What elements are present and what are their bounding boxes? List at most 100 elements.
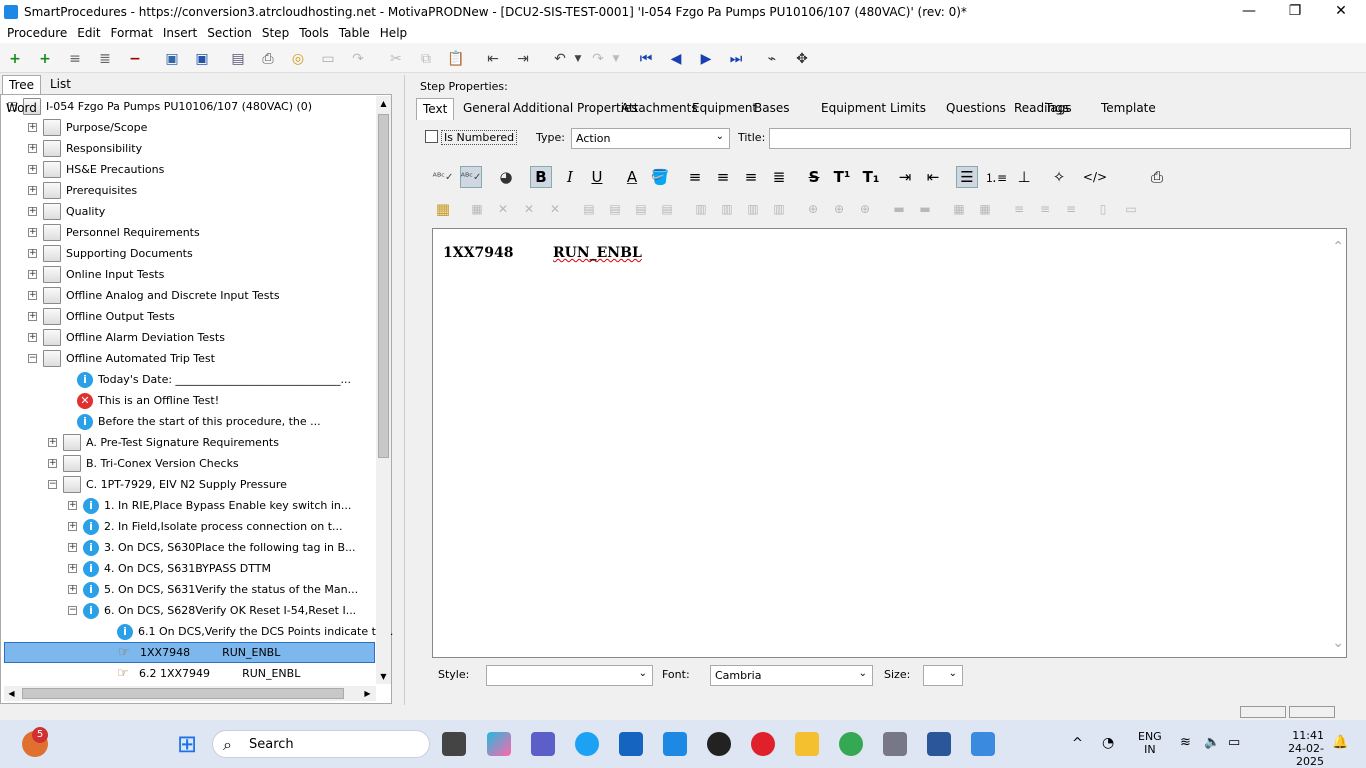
smartprocedures-icon[interactable] xyxy=(971,732,995,756)
tree-item-step[interactable]: + i 2. In Field,Isolate process connection… xyxy=(68,516,343,537)
expand-icon[interactable]: + xyxy=(48,438,57,447)
spellcheck-auto-icon[interactable]: ᴬᴮᶜ✓ xyxy=(460,166,482,188)
expand-icon[interactable]: + xyxy=(48,459,57,468)
expand-icon[interactable]: + xyxy=(28,312,37,321)
tree-item-date[interactable]: i Today's Date: _________________________… xyxy=(62,369,351,390)
is-numbered-checkbox[interactable] xyxy=(425,130,438,143)
expand-icon[interactable]: + xyxy=(28,123,37,132)
language-indicator[interactable]: ENG IN xyxy=(1138,730,1162,756)
outdent-icon[interactable]: ⇤ xyxy=(483,49,503,69)
teams-icon[interactable] xyxy=(531,732,555,756)
magic-wand-icon[interactable]: ✧ xyxy=(1048,166,1070,188)
spellcheck-icon[interactable]: ⌁ xyxy=(762,49,782,69)
add-child-icon[interactable]: + xyxy=(35,49,55,69)
bold-button[interactable]: B xyxy=(530,166,552,188)
superscript-icon[interactable]: T¹ xyxy=(831,166,853,188)
tree-item-step[interactable]: − i 6. On DCS, S628Verify OK Reset I-54,Re… xyxy=(68,600,356,621)
tree-item-step[interactable]: + i 3. On DCS, S630Place the following tag… xyxy=(68,537,356,558)
insert-line-icon[interactable]: ⊥ xyxy=(1013,166,1035,188)
expand-icon[interactable]: + xyxy=(28,144,37,153)
tree-item[interactable]: + HS&E Precautions xyxy=(28,159,164,180)
undo-icon[interactable]: ↶ xyxy=(550,49,570,69)
next-icon[interactable]: ▶ xyxy=(696,49,716,69)
tree-item[interactable]: + Offline Alarm Deviation Tests xyxy=(28,327,225,348)
minimize-button[interactable]: — xyxy=(1226,0,1272,23)
tab-tags[interactable]: Tags xyxy=(1039,98,1078,120)
expand-icon[interactable]: + xyxy=(68,522,77,531)
fill-color-icon[interactable]: 🪣 xyxy=(649,166,671,188)
web-icon[interactable]: ◎ xyxy=(288,49,308,69)
copilot-icon[interactable] xyxy=(487,732,511,756)
decrease-indent-icon[interactable]: ⇤ xyxy=(922,166,944,188)
edge-icon[interactable] xyxy=(575,732,599,756)
app-icon-blue[interactable] xyxy=(663,732,687,756)
expand-icon[interactable]: + xyxy=(68,501,77,510)
expand-icon[interactable]: + xyxy=(28,249,37,258)
add-icon[interactable]: + xyxy=(5,49,25,69)
chevron-up-icon[interactable]: ^ xyxy=(1072,736,1083,751)
print-icon[interactable]: ⎙ xyxy=(258,49,278,69)
menu-tools[interactable]: Tools xyxy=(294,26,334,40)
tree-item[interactable]: + Offline Analog and Discrete Input Tests xyxy=(28,285,280,306)
tree-vertical-scrollbar[interactable]: ▲ ▼ xyxy=(376,96,391,684)
remove-icon[interactable]: − xyxy=(125,49,145,69)
collapse-icon[interactable]: − xyxy=(48,480,57,489)
tree-item-step[interactable]: + i 5. On DCS, S631Verify the status of th… xyxy=(68,579,358,600)
justify-icon[interactable]: ≣ xyxy=(768,166,790,188)
app-icon-gray[interactable] xyxy=(883,732,907,756)
vertical-scroll-thumb[interactable] xyxy=(378,114,389,458)
taskbar-search[interactable]: ⌕ Search xyxy=(212,730,430,758)
tree-item-step[interactable]: + i 4. On DCS, S631BYPASS DTTM xyxy=(68,558,271,579)
scroll-left-icon[interactable]: ◀ xyxy=(4,686,19,701)
scroll-right-icon[interactable]: ▶ xyxy=(360,686,375,701)
style-select[interactable]: ⌄ xyxy=(486,665,653,686)
menu-step[interactable]: Step xyxy=(257,26,294,40)
tree-item-step-6-1[interactable]: i 6.1 On DCS,Verify the DCS Points indica… xyxy=(102,621,393,642)
bullet-list-icon[interactable]: ☰ xyxy=(956,166,978,188)
collapse-icon[interactable]: − xyxy=(68,606,77,615)
indent-icon[interactable]: ⇥ xyxy=(513,49,533,69)
underline-button[interactable]: U xyxy=(586,166,608,188)
tree-item[interactable]: − Offline Automated Trip Test xyxy=(28,348,215,369)
font-color-icon[interactable]: A xyxy=(621,166,643,188)
undo-dropdown-icon[interactable]: ▼ xyxy=(568,49,588,69)
spellcheck-abc-icon[interactable]: ᴬᴮᶜ✓ xyxy=(432,166,454,188)
move-icon[interactable]: ✥ xyxy=(792,49,812,69)
menu-help[interactable]: Help xyxy=(375,26,412,40)
paste-icon[interactable]: 📋 xyxy=(446,49,466,69)
print-preview-icon[interactable]: ⎙ xyxy=(1146,166,1168,188)
scroll-up-icon[interactable]: ▲ xyxy=(376,96,391,111)
expand-icon[interactable]: + xyxy=(28,165,37,174)
tab-equipment-limits[interactable]: Equipment Limits xyxy=(815,98,932,120)
title-input[interactable] xyxy=(769,128,1351,149)
align-left-icon[interactable]: ≡ xyxy=(684,166,706,188)
collapse-icon[interactable]: − xyxy=(28,354,37,363)
expand-icon[interactable]: + xyxy=(28,333,37,342)
increase-indent-icon[interactable]: ⇥ xyxy=(894,166,916,188)
clock[interactable]: 11:41 24-02-2025 xyxy=(1264,729,1324,768)
italic-button[interactable]: I xyxy=(559,166,581,188)
editor-scroll-down-icon[interactable]: ⌄ xyxy=(1332,635,1344,651)
tab-text[interactable]: Text xyxy=(416,98,455,120)
list-icon[interactable]: ≡ xyxy=(65,49,85,69)
expand-icon[interactable]: + xyxy=(28,207,37,216)
tab-template[interactable]: Template xyxy=(1095,98,1162,120)
tree-item[interactable]: + Supporting Documents xyxy=(28,243,193,264)
expand-icon[interactable]: + xyxy=(28,270,37,279)
tree-item-section-c[interactable]: − C. 1PT-7929, EIV N2 Supply Pressure xyxy=(48,474,287,495)
font-select[interactable]: Cambria ⌄ xyxy=(710,665,873,686)
tab-tree[interactable]: Tree xyxy=(2,75,42,95)
tab-questions[interactable]: Questions xyxy=(940,98,1012,120)
align-center-icon[interactable]: ≡ xyxy=(712,166,734,188)
chrome-icon[interactable] xyxy=(839,732,863,756)
start-icon[interactable]: ⊞ xyxy=(174,731,200,757)
first-icon[interactable]: ⏮ xyxy=(636,49,656,69)
tree-item[interactable]: + Responsibility xyxy=(28,138,142,159)
tree-item[interactable]: + Offline Output Tests xyxy=(28,306,175,327)
expand-icon[interactable]: + xyxy=(28,186,37,195)
save-icon[interactable]: ▣ xyxy=(192,49,212,69)
align-right-icon[interactable]: ≡ xyxy=(740,166,762,188)
notifications-icon[interactable]: 🔔 xyxy=(1332,735,1348,750)
tree-item-step-6-2[interactable]: ☞ 6.2 1XX7949 RUN_ENBL xyxy=(102,663,300,684)
horizontal-scroll-thumb[interactable] xyxy=(22,688,344,699)
